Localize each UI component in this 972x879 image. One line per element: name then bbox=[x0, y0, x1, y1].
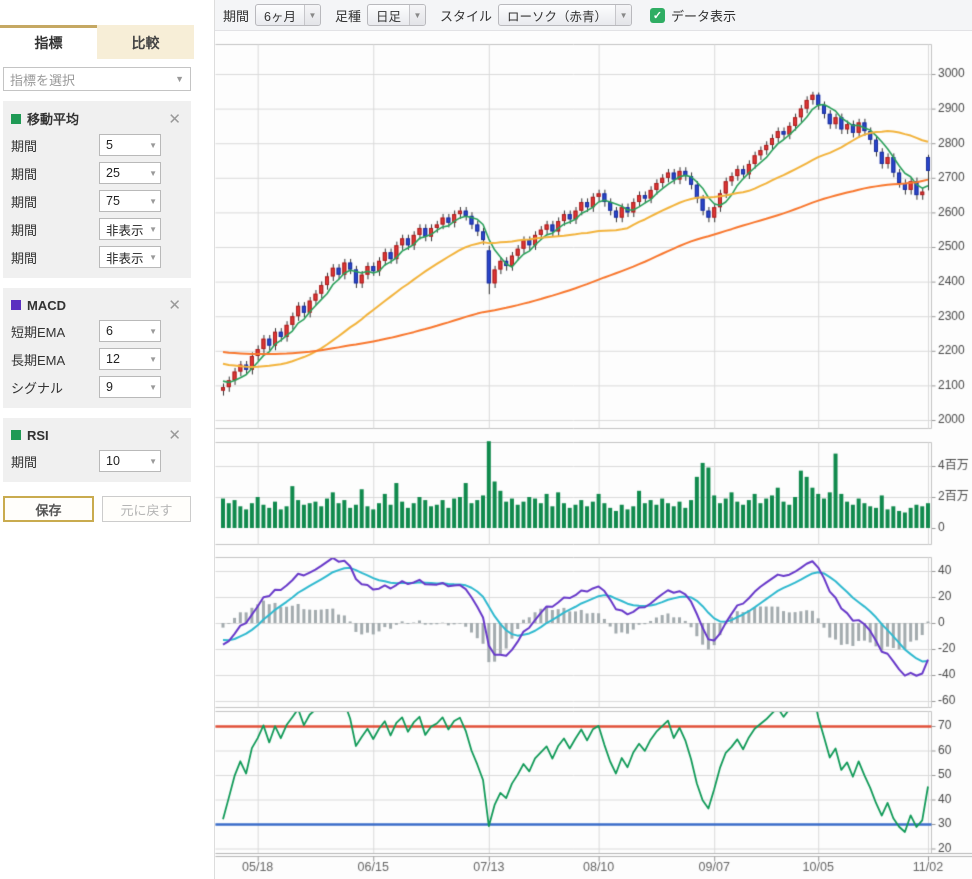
rsi-param-select-0[interactable]: 10 ▼ bbox=[99, 450, 161, 472]
indicator-color-swatch bbox=[11, 430, 21, 440]
indicator-sidebar: 指標 比較 指標を選択 ▼ 移動平均✕期間5▼期間25▼期間75▼期間非表示▼期… bbox=[0, 0, 215, 879]
param-label: 期間 bbox=[11, 136, 99, 155]
param-value: 非表示 bbox=[106, 220, 144, 239]
chevron-down-icon: ▼ bbox=[149, 141, 157, 150]
bartype-label: 足種 bbox=[335, 6, 361, 25]
sidebar-buttons: 保存 元に戻す bbox=[3, 496, 191, 522]
chevron-down-icon: ▼ bbox=[149, 225, 157, 234]
param-label: 期間 bbox=[11, 164, 99, 183]
param-label: 期間 bbox=[11, 248, 99, 267]
ma-row: 期間非表示 ▼ bbox=[11, 218, 183, 240]
chevron-down-icon[interactable]: ▼ bbox=[615, 5, 631, 25]
chevron-down-icon: ▼ bbox=[149, 383, 157, 392]
ma-row: 期間 75 ▼ bbox=[11, 190, 183, 212]
chevron-down-icon: ▼ bbox=[149, 253, 157, 262]
chevron-down-icon: ▼ bbox=[149, 197, 157, 206]
macd-param-select-2[interactable]: 9▼ bbox=[99, 376, 161, 398]
section-title: RSI bbox=[27, 428, 166, 443]
chart-main-area: 期間 6ヶ月 ▼ 足種 日足 ▼ スタイル ローソク（赤青） ▼ ✓ データ表示 bbox=[215, 0, 972, 879]
indicator-sections: 移動平均✕期間5▼期間25▼期間75▼期間非表示▼期間非表示▼MACD✕短期EM… bbox=[0, 101, 214, 482]
save-button[interactable]: 保存 bbox=[3, 496, 94, 522]
data-display-label: データ表示 bbox=[671, 6, 736, 25]
rsi-row: 期間 10 ▼ bbox=[11, 450, 183, 472]
tab-indicators[interactable]: 指標 bbox=[0, 25, 97, 59]
section-header: MACD✕ bbox=[11, 296, 183, 314]
macd-param-select-0[interactable]: 6▼ bbox=[99, 320, 161, 342]
indicator-color-swatch bbox=[11, 300, 21, 310]
ma-row: 期間非表示 ▼ bbox=[11, 246, 183, 268]
period-dropdown[interactable]: 6ヶ月 ▼ bbox=[255, 4, 321, 26]
close-icon[interactable]: ✕ bbox=[166, 110, 183, 128]
section-title: 移動平均 bbox=[27, 109, 166, 128]
param-value: 12 bbox=[106, 352, 120, 366]
macd-row: シグナル9▼ bbox=[11, 376, 183, 398]
indicator-section-ma: 移動平均✕期間5▼期間25▼期間75▼期間非表示▼期間非表示▼ bbox=[3, 101, 191, 278]
ma-param-select-0[interactable]: 5▼ bbox=[99, 134, 161, 156]
close-icon[interactable]: ✕ bbox=[166, 296, 183, 314]
style-value: ローソク（赤青） bbox=[499, 5, 615, 25]
bartype-dropdown[interactable]: 日足 ▼ bbox=[367, 4, 426, 26]
param-label: 短期EMA bbox=[11, 322, 99, 341]
section-title: MACD bbox=[27, 298, 166, 313]
chevron-down-icon: ▼ bbox=[149, 169, 157, 178]
param-value: 10 bbox=[106, 454, 120, 468]
macd-row: 長期EMA 12 ▼ bbox=[11, 348, 183, 370]
param-label: 期間 bbox=[11, 452, 99, 471]
ma-param-select-4[interactable]: 非表示 ▼ bbox=[99, 246, 161, 268]
ma-param-select-1[interactable]: 25 ▼ bbox=[99, 162, 161, 184]
indicator-color-swatch bbox=[11, 114, 21, 124]
ma-row: 期間5▼ bbox=[11, 134, 183, 156]
chart-toolbar: 期間 6ヶ月 ▼ 足種 日足 ▼ スタイル ローソク（赤青） ▼ ✓ データ表示 bbox=[215, 0, 972, 31]
ma-param-select-3[interactable]: 非表示 ▼ bbox=[99, 218, 161, 240]
reset-button[interactable]: 元に戻す bbox=[102, 496, 191, 522]
chevron-down-icon: ▼ bbox=[149, 457, 157, 466]
param-value: 5 bbox=[106, 138, 113, 152]
param-label: シグナル bbox=[11, 378, 99, 397]
style-dropdown[interactable]: ローソク（赤青） ▼ bbox=[498, 4, 632, 26]
sidebar-tabs: 指標 比較 bbox=[0, 25, 194, 59]
param-value: 非表示 bbox=[106, 248, 144, 267]
param-value: 25 bbox=[106, 166, 120, 180]
param-label: 期間 bbox=[11, 192, 99, 211]
period-value: 6ヶ月 bbox=[256, 5, 304, 25]
stock-chart-canvas[interactable] bbox=[215, 31, 972, 879]
param-value: 75 bbox=[106, 194, 120, 208]
param-value: 6 bbox=[106, 324, 113, 338]
param-value: 9 bbox=[106, 380, 113, 394]
param-label: 長期EMA bbox=[11, 350, 99, 369]
indicator-select[interactable]: 指標を選択 ▼ bbox=[3, 67, 191, 91]
macd-param-select-1[interactable]: 12 ▼ bbox=[99, 348, 161, 370]
chevron-down-icon: ▼ bbox=[149, 355, 157, 364]
section-header: RSI✕ bbox=[11, 426, 183, 444]
param-label: 期間 bbox=[11, 220, 99, 239]
style-label: スタイル bbox=[440, 6, 492, 25]
ma-param-select-2[interactable]: 75 ▼ bbox=[99, 190, 161, 212]
indicator-section-macd: MACD✕短期EMA6▼長期EMA12▼シグナル9▼ bbox=[3, 288, 191, 408]
stock-chart-app: 指標 比較 指標を選択 ▼ 移動平均✕期間5▼期間25▼期間75▼期間非表示▼期… bbox=[0, 0, 972, 879]
chevron-down-icon: ▼ bbox=[149, 327, 157, 336]
close-icon[interactable]: ✕ bbox=[166, 426, 183, 444]
chevron-down-icon[interactable]: ▼ bbox=[409, 5, 425, 25]
data-display-checkbox[interactable]: ✓ bbox=[650, 8, 665, 23]
ma-row: 期間 25 ▼ bbox=[11, 162, 183, 184]
chevron-down-icon[interactable]: ▼ bbox=[304, 5, 320, 25]
indicator-select-placeholder: 指標を選択 bbox=[10, 70, 75, 89]
macd-row: 短期EMA6▼ bbox=[11, 320, 183, 342]
bartype-value: 日足 bbox=[368, 5, 409, 25]
tab-compare[interactable]: 比較 bbox=[97, 25, 194, 59]
section-header: 移動平均✕ bbox=[11, 109, 183, 128]
period-label: 期間 bbox=[223, 6, 249, 25]
chevron-down-icon: ▼ bbox=[175, 74, 184, 84]
indicator-section-rsi: RSI✕ 期間 10 ▼ bbox=[3, 418, 191, 482]
